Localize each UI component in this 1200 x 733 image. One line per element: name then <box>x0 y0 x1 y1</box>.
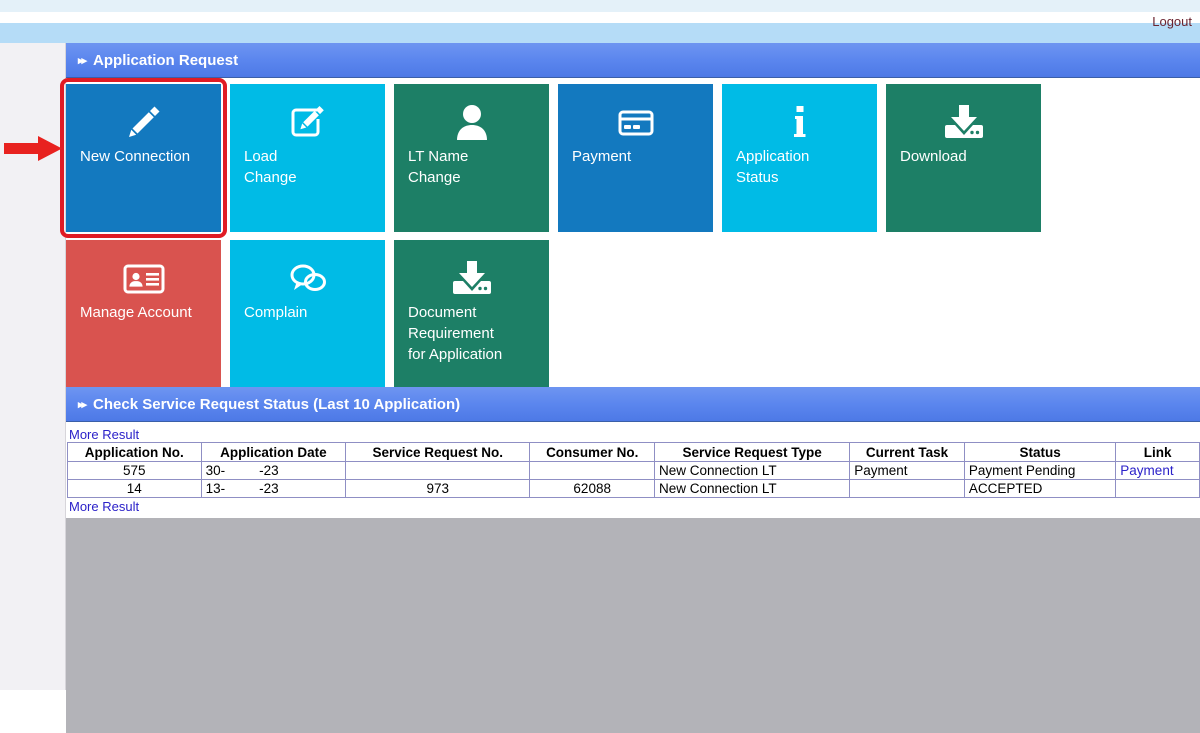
cell-service-request-type: New Connection LT <box>654 479 851 498</box>
cell-application-no: 575 <box>67 461 202 480</box>
tile-manage-account[interactable]: Manage Account <box>66 240 221 388</box>
tile-application-status[interactable]: Application Status <box>722 84 877 232</box>
cell-status: ACCEPTED <box>963 479 1117 498</box>
tile-new-connection[interactable]: New Connection <box>66 84 221 232</box>
cell-current-task: Payment <box>849 461 965 480</box>
tile-label-complain: Complain <box>244 304 308 321</box>
cell-consumer-no <box>529 461 656 480</box>
cell-application-date: 13- -23 <box>200 479 347 498</box>
download-icon <box>886 102 1041 142</box>
cell-application-date: 30- -23 <box>200 461 347 480</box>
section-header-service-status: ▸▸ Check Service Request Status (Last 10… <box>66 387 1200 422</box>
left-gutter <box>0 43 66 690</box>
section-title-service-status: Check Service Request Status (Last 10 Ap… <box>93 395 461 413</box>
cell-service-request-type: New Connection LT <box>654 461 851 480</box>
tile-label-lt-name-change: LT Name Change <box>408 148 469 186</box>
tile-wrapper-new-connection: New Connection <box>60 78 230 240</box>
chat-bubbles-icon <box>230 258 385 298</box>
col-service-request-no: Service Request No. <box>345 442 531 462</box>
tile-label-load-change: Load Change <box>244 148 297 186</box>
table-row: 575 30- -23 New Connection LT Payment Pay… <box>67 461 1200 480</box>
cell-application-no: 14 <box>67 479 202 498</box>
pencil-icon <box>66 102 221 142</box>
tile-label-document-requirement: Document Requirement for Application <box>408 304 503 363</box>
cell-service-request-no <box>345 461 531 480</box>
info-icon <box>722 102 877 142</box>
section-title-application-request: Application Request <box>93 51 239 69</box>
date-prefix: 30- <box>205 463 226 478</box>
col-application-no: Application No. <box>67 442 202 462</box>
table-row: 14 13- -23 973 62088 New Connection LT AC… <box>67 479 1200 498</box>
col-application-date: Application Date <box>200 442 347 462</box>
col-link: Link <box>1115 442 1200 462</box>
more-result-link-top[interactable]: More Result <box>69 427 140 442</box>
tile-lt-name-change[interactable]: LT Name Change <box>394 84 549 232</box>
credit-card-icon <box>558 102 713 142</box>
tile-grid: New Connection Load Change LT Name Chang… <box>60 78 1050 396</box>
col-current-task: Current Task <box>849 442 965 462</box>
tile-payment[interactable]: Payment <box>558 84 713 232</box>
logout-link[interactable]: Logout <box>1152 14 1192 29</box>
date-suffix: -23 <box>259 463 279 478</box>
tile-row-2: Manage Account Complain Document Require… <box>66 240 1050 396</box>
date-suffix: -23 <box>259 481 279 496</box>
col-status: Status <box>963 442 1117 462</box>
cell-service-request-no: 973 <box>345 479 531 498</box>
section-header-application-request: ▸▸ Application Request <box>66 43 1200 78</box>
more-result-link-bottom[interactable]: More Result <box>69 499 140 514</box>
section-bullet-icon: ▸▸ <box>78 54 87 67</box>
tile-row-1: New Connection Load Change LT Name Chang… <box>60 78 1050 240</box>
edit-square-icon <box>230 102 385 142</box>
download-icon <box>394 258 549 298</box>
tile-label-manage-account: Manage Account <box>80 304 192 321</box>
tile-download[interactable]: Download <box>886 84 1041 232</box>
main-content: ▸▸ Application Request New Connection Lo… <box>60 43 1200 733</box>
user-icon <box>394 102 549 142</box>
tile-load-change[interactable]: Load Change <box>230 84 385 232</box>
cell-status: Payment Pending <box>963 461 1117 480</box>
tile-label-payment: Payment <box>572 148 632 165</box>
col-consumer-no: Consumer No. <box>529 442 656 462</box>
tile-label-download: Download <box>900 148 967 165</box>
tile-label-application-status: Application Status <box>736 148 810 186</box>
table-header-row: Application No. Application Date Service… <box>67 442 1200 462</box>
cell-link <box>1115 479 1200 498</box>
col-service-request-type: Service Request Type <box>654 442 851 462</box>
cell-consumer-no: 62088 <box>529 479 656 498</box>
cell-link: Payment <box>1115 461 1200 480</box>
section-bullet-icon: ▸▸ <box>78 398 87 411</box>
tile-complain[interactable]: Complain <box>230 240 385 388</box>
tile-label-new-connection: New Connection <box>80 148 191 165</box>
payment-link[interactable]: Payment <box>1120 463 1173 478</box>
id-card-icon <box>66 258 221 298</box>
cell-current-task <box>849 479 965 498</box>
date-prefix: 13- <box>205 481 226 496</box>
tile-document-requirement[interactable]: Document Requirement for Application <box>394 240 549 388</box>
empty-content-area <box>66 518 1200 733</box>
top-gradient-strip <box>0 0 1200 12</box>
top-blue-bar <box>0 23 1200 43</box>
service-request-table: Application No. Application Date Service… <box>67 442 1200 498</box>
